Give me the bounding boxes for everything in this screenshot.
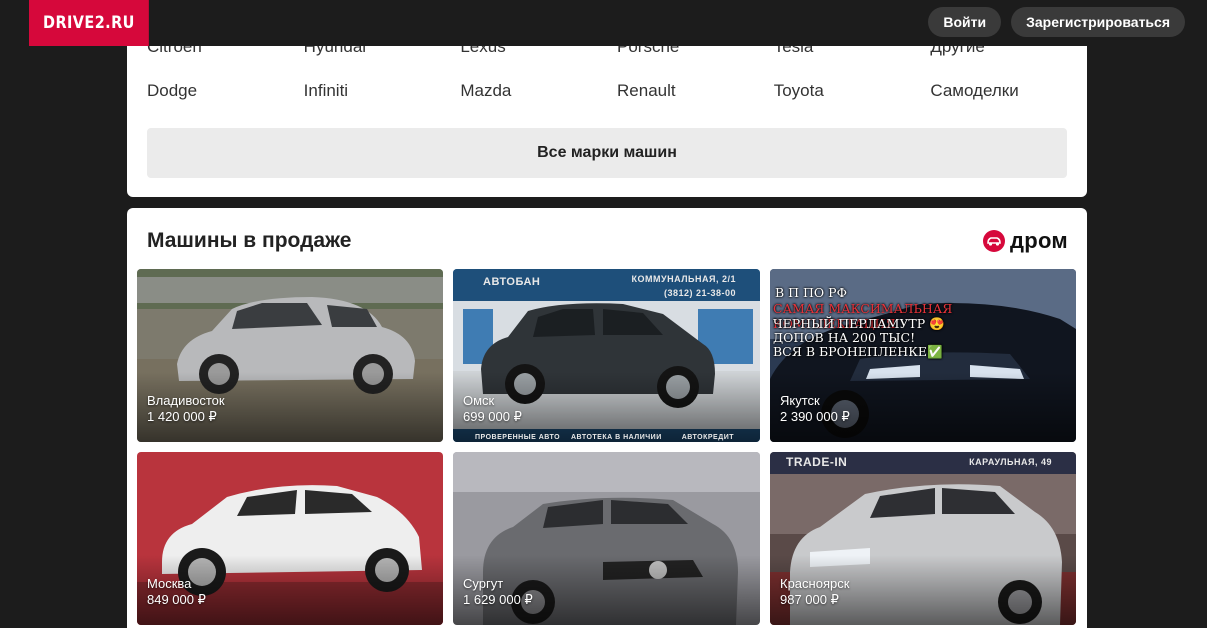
dealer-footer-credit: АВТОКРЕДИТ bbox=[681, 434, 734, 441]
login-button[interactable]: Войти bbox=[928, 7, 1002, 37]
listing-price: 987 000 ₽ bbox=[780, 592, 839, 607]
ad-overlay-line: ДОПОВ НА 200 ТЫС! bbox=[773, 330, 916, 345]
listing-city: Владивосток bbox=[147, 393, 225, 408]
listing-price: 2 390 000 ₽ bbox=[780, 409, 850, 424]
drom-logo-link[interactable]: дром bbox=[982, 228, 1068, 254]
listing-city: Омск bbox=[463, 393, 495, 408]
register-button[interactable]: Зарегистрироваться bbox=[1011, 7, 1185, 37]
listing-card[interactable]: Владивосток 1 420 000 ₽ bbox=[137, 269, 443, 442]
listing-card[interactable]: Москва 849 000 ₽ bbox=[137, 452, 443, 625]
brand-row: Dodge Infiniti Mazda Renault Toyota Само… bbox=[147, 81, 1087, 101]
brand-link-dodge[interactable]: Dodge bbox=[147, 81, 304, 101]
listing-price: 1 629 000 ₽ bbox=[463, 592, 533, 607]
listing-city: Красноярск bbox=[780, 576, 850, 591]
section-title: Машины в продаже bbox=[147, 229, 352, 252]
listing-price: 849 000 ₽ bbox=[147, 592, 206, 607]
dealer-banner-address: КОММУНАЛЬНАЯ, 2/1 bbox=[631, 274, 736, 284]
dealer-banner-address: КАРАУЛЬНАЯ, 49 bbox=[969, 457, 1052, 467]
top-bar: DRIVE2.RU Войти Зарегистрироваться bbox=[0, 0, 1207, 46]
brand-link-infiniti[interactable]: Infiniti bbox=[304, 81, 461, 101]
cars-for-sale-card: Машины в продаже дром Владивосток 1 420 … bbox=[127, 208, 1087, 628]
listing-city: Сургут bbox=[463, 576, 504, 591]
drive2-logo[interactable]: DRIVE2.RU bbox=[29, 0, 149, 46]
dealer-banner-phone: (3812) 21-38-00 bbox=[663, 288, 736, 298]
listing-price: 1 420 000 ₽ bbox=[147, 409, 217, 424]
brand-link-renault[interactable]: Renault bbox=[617, 81, 774, 101]
listing-city: Якутск bbox=[780, 393, 820, 408]
dealer-banner-name: TRADE-IN bbox=[786, 455, 848, 469]
brand-link-mazda[interactable]: Mazda bbox=[460, 81, 617, 101]
ad-overlay-line: ВСЯ В БРОНЕПЛЕНКЕ✅ bbox=[773, 344, 943, 359]
ad-overlay-line: В П ПО РФ bbox=[775, 285, 847, 300]
caption-gradient bbox=[453, 372, 760, 442]
drom-car-icon bbox=[982, 230, 1005, 252]
header-actions: Войти Зарегистрироваться bbox=[928, 7, 1185, 37]
listing-grid: Владивосток 1 420 000 ₽ АВТОБАН КОММУНАЛ… bbox=[137, 269, 1077, 625]
dealer-banner-name: АВТОБАН bbox=[483, 276, 541, 288]
listing-card[interactable]: АВТОБАН КОММУНАЛЬНАЯ, 2/1 (3812) 21-38-0… bbox=[453, 269, 760, 442]
listing-city: Москва bbox=[147, 576, 192, 591]
dealer-footer-checked: ПРОВЕРЕННЫЕ АВТО bbox=[475, 434, 561, 441]
dealer-footer-autoteka: АВТОТЕКА В НАЛИЧИИ bbox=[571, 434, 662, 441]
drom-logo-text: дром bbox=[1009, 228, 1068, 253]
ad-overlay-line: ЧЕРНЫЙ ПЕРЛАМУТР 😍 bbox=[773, 316, 945, 331]
listing-price: 699 000 ₽ bbox=[463, 409, 522, 424]
brand-link-homemade[interactable]: Самоделки bbox=[930, 81, 1087, 101]
brand-link-toyota[interactable]: Toyota bbox=[774, 81, 931, 101]
listing-card[interactable]: В П ПО РФ САМАЯ МАКСИМАЛЬНАЯ КОМПЛЕКТАЦИ… bbox=[770, 269, 1076, 442]
listing-card[interactable]: Сургут 1 629 000 ₽ bbox=[453, 452, 760, 625]
all-brands-button[interactable]: Все марки машин bbox=[147, 128, 1067, 178]
listing-card[interactable]: TRADE-IN КАРАУЛЬНАЯ, 49 Красноярск 987 0… bbox=[770, 452, 1076, 625]
